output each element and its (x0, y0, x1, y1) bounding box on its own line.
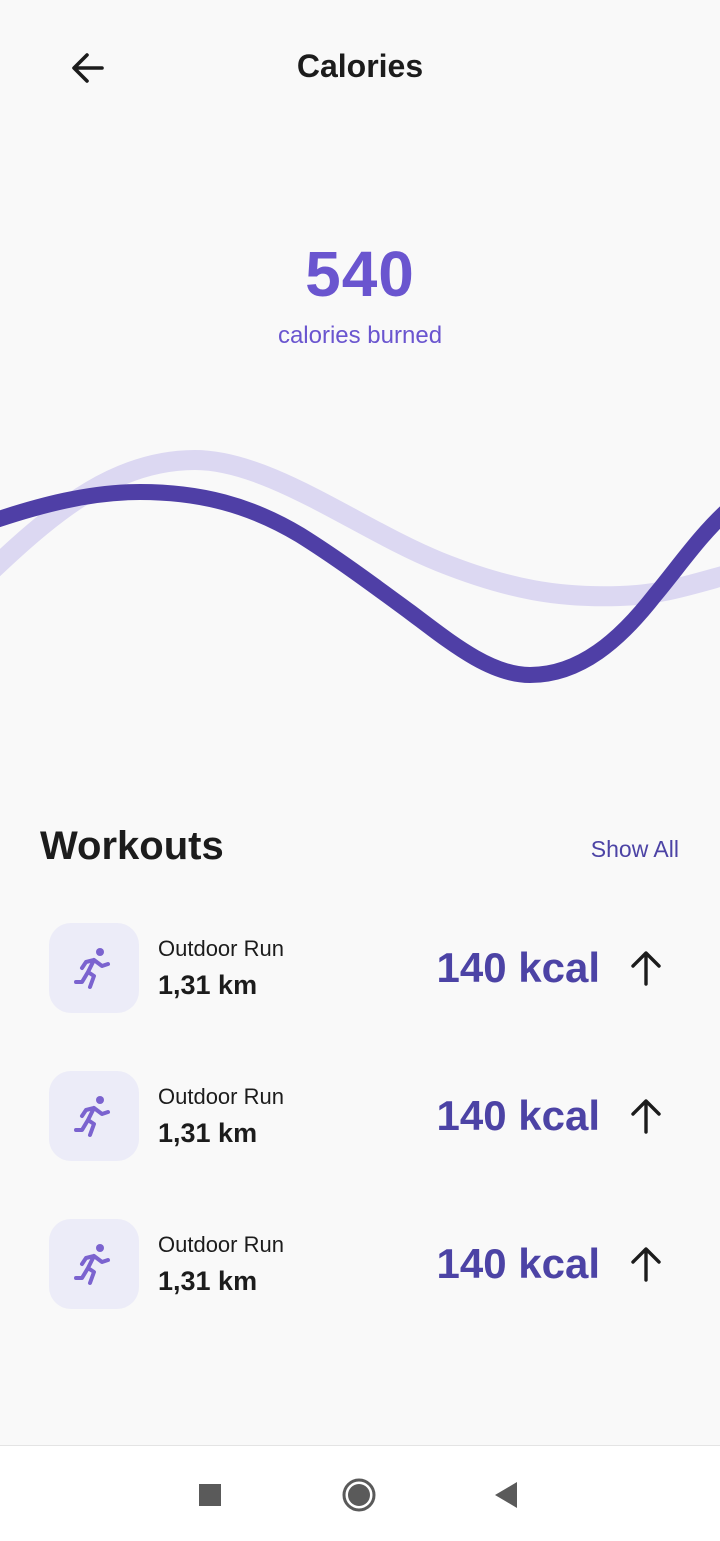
running-person-icon (74, 948, 110, 989)
running-person-icon (74, 1244, 110, 1285)
workout-distance: 1,31 km (158, 1118, 258, 1148)
workout-icon-tile (49, 1071, 139, 1161)
workout-calories: 140 kcal (436, 944, 601, 991)
show-all-link[interactable]: Show All (591, 836, 679, 863)
workout-row[interactable]: Outdoor Run 1,31 km 140 kcal (0, 1216, 720, 1312)
system-navigation-bar (0, 1445, 720, 1541)
page-title: Calories (296, 48, 424, 84)
app-header: Calories (0, 0, 720, 140)
workout-icon-tile (49, 1219, 139, 1309)
recent-apps-icon (199, 1484, 221, 1506)
workouts-heading: Workouts (40, 824, 224, 868)
arrow-up-icon (631, 951, 661, 986)
workout-distance: 1,31 km (158, 1266, 258, 1296)
calories-burned-caption: calories burned (277, 322, 443, 349)
workout-row[interactable]: Outdoor Run 1,31 km 140 kcal (0, 920, 720, 1016)
workout-type: Outdoor Run (158, 1084, 284, 1109)
home-icon (342, 1478, 376, 1512)
recent-apps-button[interactable] (190, 1476, 230, 1516)
back-triangle-icon (495, 1482, 517, 1508)
calories-burned-value: 540 (305, 238, 415, 310)
running-person-icon (74, 1096, 110, 1137)
workout-type: Outdoor Run (158, 936, 284, 961)
workout-calories: 140 kcal (436, 1240, 601, 1287)
calories-summary: 540 calories burned (0, 236, 720, 350)
calorie-wave-graphic (0, 449, 720, 684)
workout-distance: 1,31 km (158, 970, 258, 1000)
workout-type: Outdoor Run (158, 1232, 284, 1257)
workout-calories: 140 kcal (436, 1092, 601, 1139)
arrow-up-icon (631, 1247, 661, 1282)
home-button[interactable] (339, 1476, 379, 1516)
arrow-up-icon (631, 1099, 661, 1134)
workout-row[interactable]: Outdoor Run 1,31 km 140 kcal (0, 1068, 720, 1164)
system-back-button[interactable] (487, 1476, 527, 1516)
workout-icon-tile (49, 923, 139, 1013)
